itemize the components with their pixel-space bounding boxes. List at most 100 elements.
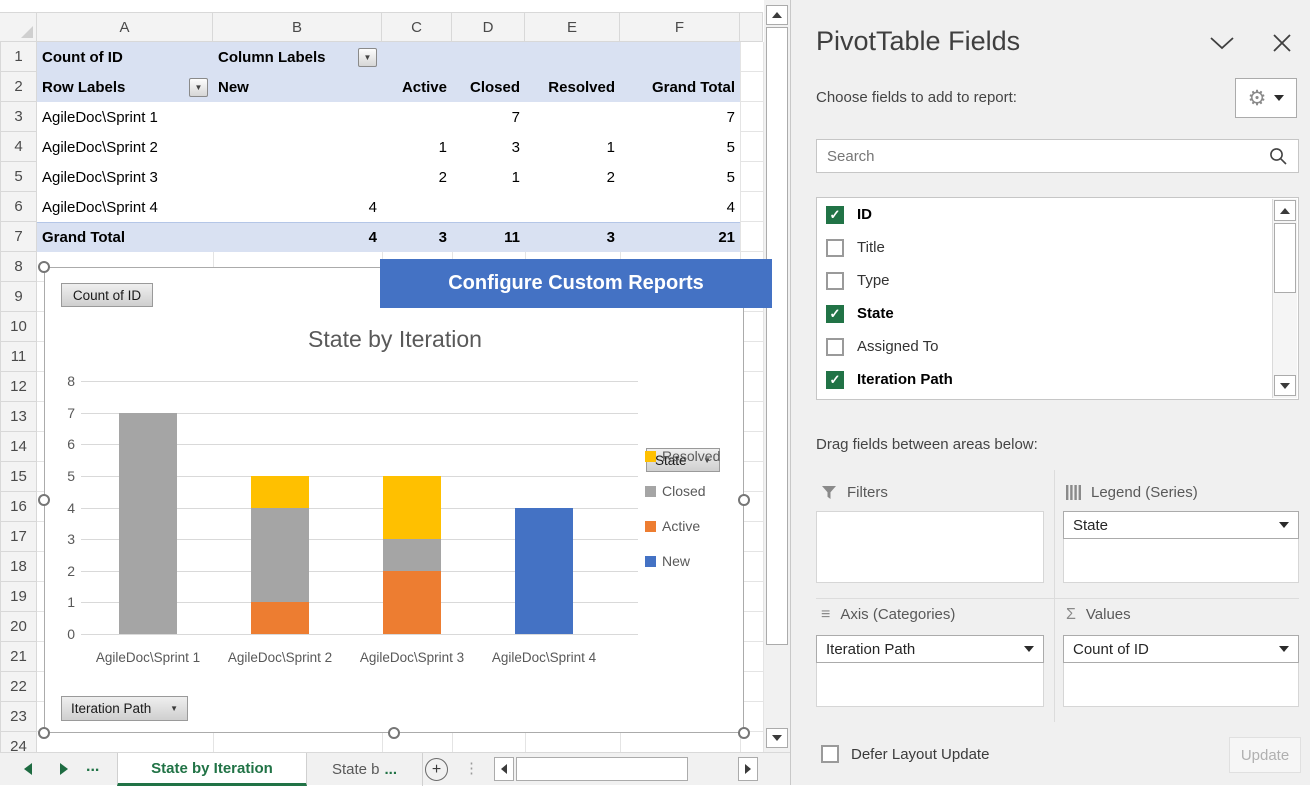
pivot-cell[interactable]: Column Labels▼ — [213, 42, 382, 72]
pivot-cell[interactable]: Count of ID — [37, 42, 213, 72]
selection-handle[interactable] — [738, 727, 750, 739]
pivot-cell[interactable]: AgileDoc\Sprint 3 — [37, 162, 213, 192]
pivot-cell[interactable]: AgileDoc\Sprint 4 — [37, 192, 213, 222]
legend-item-new[interactable]: New — [645, 553, 745, 569]
scrollbar-thumb[interactable] — [1274, 223, 1296, 293]
row-header-5[interactable]: 5 — [0, 162, 37, 192]
field-checkbox[interactable] — [826, 272, 844, 290]
pivot-cell[interactable] — [525, 192, 620, 222]
defer-layout-update[interactable]: Defer Layout Update — [821, 745, 989, 763]
pivot-cell[interactable]: 21 — [620, 223, 740, 252]
pivot-cell[interactable]: Resolved — [525, 72, 620, 102]
pivot-cell[interactable]: 5 — [620, 162, 740, 192]
bar-segment-closed[interactable] — [383, 539, 441, 571]
pivot-cell[interactable]: Closed — [452, 72, 525, 102]
legend-item-closed[interactable]: Closed — [645, 483, 745, 499]
pivot-cell[interactable]: 1 — [382, 132, 452, 162]
pivot-cell[interactable]: 7 — [620, 102, 740, 132]
filters-area-box[interactable] — [816, 511, 1044, 583]
new-sheet-button[interactable]: + — [425, 758, 448, 781]
pivot-cell[interactable]: 3 — [525, 223, 620, 252]
pivot-cell[interactable]: 1 — [452, 162, 525, 192]
row-header-2[interactable]: 2 — [0, 72, 37, 102]
field-item-type[interactable]: Type — [817, 264, 1298, 297]
pivot-cell[interactable] — [213, 102, 382, 132]
row-header-23[interactable]: 23 — [0, 702, 37, 732]
pivot-cell[interactable]: 11 — [452, 223, 525, 252]
row-header-3[interactable]: 3 — [0, 102, 37, 132]
pivot-cell[interactable] — [213, 162, 382, 192]
scroll-up-button[interactable] — [766, 5, 788, 25]
pivot-cell[interactable]: 2 — [382, 162, 452, 192]
pivot-cell[interactable] — [525, 102, 620, 132]
row-header-7[interactable]: 7 — [0, 222, 37, 252]
filter-dropdown-button[interactable]: ▼ — [358, 48, 377, 67]
pivot-cell[interactable]: Grand Total — [620, 72, 740, 102]
field-search[interactable] — [816, 139, 1299, 173]
scrollbar-thumb[interactable] — [766, 27, 788, 645]
values-area-box[interactable]: Count of ID — [1063, 635, 1299, 707]
pivot-cell[interactable] — [382, 192, 452, 222]
filter-dropdown-button[interactable]: ▼ — [189, 78, 208, 97]
bar-segment-resolved[interactable] — [251, 476, 309, 508]
bar-segment-resolved[interactable] — [383, 476, 441, 539]
pivot-cell[interactable]: Grand Total — [37, 223, 213, 252]
field-checkbox[interactable]: ✓ — [826, 206, 844, 224]
legend-area-box[interactable]: State — [1063, 511, 1299, 583]
column-header-C[interactable]: C — [382, 12, 452, 42]
search-input[interactable] — [817, 148, 1269, 165]
horizontal-scrollbar[interactable] — [488, 756, 762, 783]
field-checkbox[interactable]: ✓ — [826, 371, 844, 389]
row-header-12[interactable]: 12 — [0, 372, 37, 402]
field-checkbox[interactable] — [826, 239, 844, 257]
pivot-cell[interactable]: Row Labels▼ — [37, 72, 213, 102]
column-header-E[interactable]: E — [525, 12, 620, 42]
bar-segment-active[interactable] — [383, 571, 441, 634]
column-header-D[interactable]: D — [452, 12, 525, 42]
row-header-6[interactable]: 6 — [0, 192, 37, 222]
field-item-iteration-path[interactable]: ✓Iteration Path — [817, 363, 1298, 396]
pivot-chart[interactable]: Count of ID State by Iteration 012345678… — [44, 267, 744, 733]
defer-checkbox[interactable] — [821, 745, 839, 763]
selection-handle[interactable] — [38, 727, 50, 739]
legend-item-resolved[interactable]: Resolved — [645, 448, 745, 464]
axis-area-box[interactable]: Iteration Path — [816, 635, 1044, 707]
row-header-22[interactable]: 22 — [0, 672, 37, 702]
scroll-right-button[interactable] — [738, 757, 758, 781]
pivot-cell[interactable]: 7 — [452, 102, 525, 132]
values-field-chip[interactable]: Count of ID — [1063, 635, 1299, 663]
row-header-16[interactable]: 16 — [0, 492, 37, 522]
selection-handle[interactable] — [738, 494, 750, 506]
chart-value-field-button[interactable]: Count of ID — [61, 283, 153, 307]
pivot-cell[interactable]: 4 — [620, 192, 740, 222]
prev-sheet-arrow-icon[interactable] — [24, 763, 32, 775]
close-icon[interactable] — [1271, 32, 1293, 54]
pivot-cell[interactable] — [382, 102, 452, 132]
row-header-4[interactable]: 4 — [0, 132, 37, 162]
sheet-tab-next[interactable]: State b ... — [307, 753, 423, 786]
pivot-cell[interactable]: 3 — [382, 223, 452, 252]
axis-field-chip[interactable]: Iteration Path — [816, 635, 1044, 663]
field-list-scrollbar[interactable] — [1272, 199, 1297, 398]
column-header-A[interactable]: A — [37, 12, 213, 42]
next-sheet-arrow-icon[interactable] — [60, 763, 68, 775]
field-checkbox[interactable]: ✓ — [826, 305, 844, 323]
update-button[interactable]: Update — [1229, 737, 1301, 773]
row-header-11[interactable]: 11 — [0, 342, 37, 372]
row-header-14[interactable]: 14 — [0, 432, 37, 462]
field-item-assigned-to[interactable]: Assigned To — [817, 330, 1298, 363]
scroll-down-button[interactable] — [766, 728, 788, 748]
pivot-cell[interactable] — [525, 42, 620, 72]
row-header-20[interactable]: 20 — [0, 612, 37, 642]
sheet-tab-state-by-iteration[interactable]: State by Iteration — [117, 753, 307, 786]
row-header-8[interactable]: 8 — [0, 252, 37, 282]
legend-field-chip[interactable]: State — [1063, 511, 1299, 539]
pivot-cell[interactable]: 4 — [213, 223, 382, 252]
pivot-cell[interactable]: Active — [382, 72, 452, 102]
pivot-cell[interactable] — [452, 42, 525, 72]
tools-gear-button[interactable]: ⚙ — [1235, 78, 1297, 118]
pivot-cell[interactable]: 5 — [620, 132, 740, 162]
column-header-B[interactable]: B — [213, 12, 382, 42]
tab-overflow-ellipsis[interactable]: ... — [86, 758, 99, 776]
field-item-state[interactable]: ✓State — [817, 297, 1298, 330]
